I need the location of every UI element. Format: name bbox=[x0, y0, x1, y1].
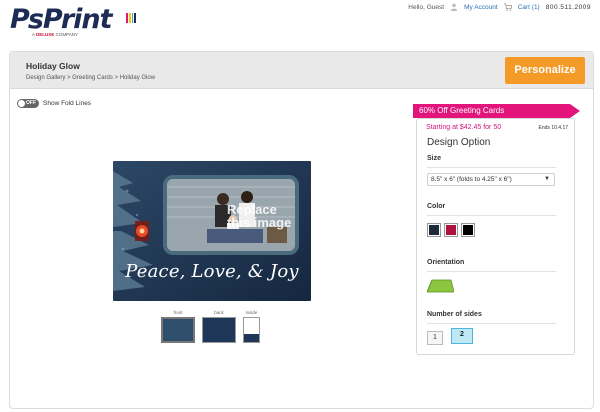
thumbnail-label: inside bbox=[245, 310, 258, 315]
color-label: Color bbox=[427, 203, 446, 210]
logo-color-bars bbox=[126, 13, 136, 23]
card-greeting[interactable]: Peace, Love, & Joy bbox=[113, 261, 311, 282]
size-label: Size bbox=[427, 155, 442, 162]
fold-lines-switch[interactable]: OFF bbox=[17, 99, 39, 108]
promo-starting-price: Starting at $42.45 for 50 bbox=[426, 124, 502, 131]
color-swatch-red[interactable] bbox=[444, 223, 458, 237]
divider bbox=[427, 215, 556, 216]
color-swatches bbox=[427, 223, 475, 237]
my-account-link[interactable]: My Account bbox=[464, 4, 498, 11]
size-select-value: 8.5" x 6" (folds to 4.25" x 6") bbox=[431, 176, 512, 183]
card-preview[interactable]: Replace this image Peace, Love, & Joy bbox=[113, 161, 311, 301]
thumbnail-back[interactable]: back bbox=[202, 310, 236, 343]
personalize-button[interactable]: Personalize bbox=[505, 57, 585, 84]
card-thumbnails: front back inside bbox=[161, 310, 260, 343]
switch-state: OFF bbox=[26, 100, 36, 106]
thumbnail-back-image[interactable] bbox=[202, 317, 236, 343]
psprint-logo[interactable]: PsPrint A DELUXE COMPANY bbox=[10, 4, 145, 37]
thumbnail-front[interactable]: front bbox=[161, 310, 195, 343]
candle-lantern-icon bbox=[135, 221, 149, 241]
divider bbox=[427, 271, 556, 272]
sides-option-1[interactable]: 1 bbox=[427, 331, 443, 345]
top-utility-bar: Hello, Guest My Account Cart (1) 800.511… bbox=[408, 3, 591, 11]
panel-header: Holiday Glow Design Gallery > Greeting C… bbox=[10, 52, 593, 89]
thumbnail-front-image[interactable] bbox=[161, 317, 195, 343]
promo-banner[interactable]: 60% Off Greeting Cards bbox=[413, 104, 580, 118]
greeting-text: Hello, Guest bbox=[408, 3, 445, 11]
fold-lines-toggle[interactable]: OFF Show Fold Lines bbox=[17, 99, 91, 108]
thumbnail-inside[interactable]: inside bbox=[243, 310, 260, 343]
swatch-fill bbox=[429, 225, 439, 235]
promo-end-date: Ends 10.4.17 bbox=[538, 125, 568, 131]
color-swatch-black[interactable] bbox=[461, 223, 475, 237]
landscape-orientation-icon[interactable] bbox=[427, 279, 454, 293]
design-option-title: Design Option bbox=[427, 137, 491, 148]
cart-icon bbox=[503, 3, 512, 11]
number-of-sides-label: Number of sides bbox=[427, 311, 482, 318]
fold-lines-label: Show Fold Lines bbox=[43, 100, 92, 107]
chevron-down-icon: ▼ bbox=[544, 176, 550, 182]
sides-option-2[interactable]: 2 bbox=[451, 326, 477, 344]
user-icon bbox=[450, 3, 458, 11]
switch-knob bbox=[18, 100, 25, 107]
thumbnail-label: front bbox=[173, 310, 183, 315]
cart-link[interactable]: Cart (1) bbox=[518, 4, 540, 11]
divider bbox=[427, 323, 556, 324]
sides-options: 1 2 bbox=[427, 326, 477, 345]
thumbnail-inside-image[interactable] bbox=[243, 317, 260, 343]
logo-wordmark: PsPrint bbox=[10, 4, 113, 35]
color-swatch-navy[interactable] bbox=[427, 223, 441, 237]
phone-number: 800.511.2009 bbox=[545, 3, 591, 11]
design-panel: Holiday Glow Design Gallery > Greeting C… bbox=[9, 51, 594, 409]
size-select[interactable]: 8.5" x 6" (folds to 4.25" x 6") ▼ bbox=[427, 173, 555, 186]
logo-tagline: A DELUXE COMPANY bbox=[32, 32, 78, 37]
page-title: Holiday Glow bbox=[26, 61, 80, 71]
divider bbox=[427, 167, 556, 168]
orientation-label: Orientation bbox=[427, 259, 465, 266]
swatch-fill bbox=[446, 225, 456, 235]
breadcrumb[interactable]: Design Gallery > Greeting Cards > Holida… bbox=[26, 75, 155, 81]
thumbnail-label: back bbox=[214, 310, 224, 315]
replace-image-hint: Replace this image bbox=[227, 202, 292, 230]
design-options-panel: Starting at $42.45 for 50 Ends 10.4.17 D… bbox=[416, 118, 575, 355]
photo-placeholder[interactable]: Replace this image bbox=[163, 175, 299, 255]
swatch-fill bbox=[463, 225, 473, 235]
